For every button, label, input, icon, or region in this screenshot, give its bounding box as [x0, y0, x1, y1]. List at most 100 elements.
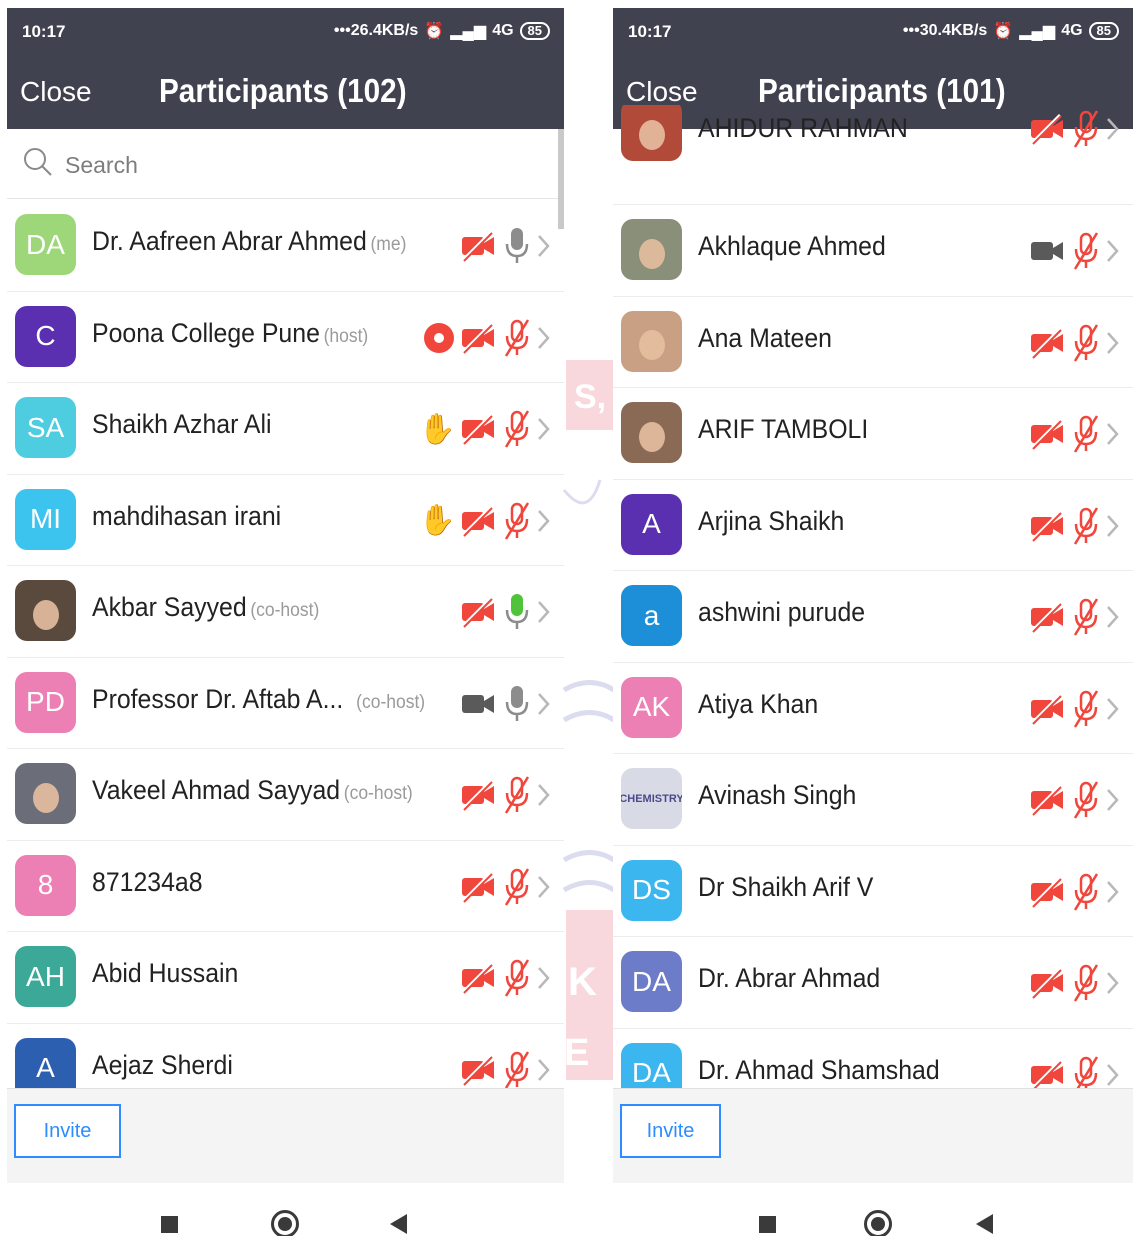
close-button[interactable]: Close — [626, 76, 698, 108]
chevron-right-icon[interactable] — [536, 325, 552, 351]
participant-row[interactable]: ARIF TAMBOLI — [613, 388, 1133, 480]
chevron-right-icon[interactable] — [1105, 238, 1121, 264]
raised-hand-icon: ✋ — [418, 504, 456, 537]
participant-row[interactable]: CHEMISTRY Avinash Singh — [613, 754, 1133, 846]
participant-row[interactable]: DA Dr. Aafreen Abrar Ahmed (me) — [7, 200, 564, 292]
participant-name-text: Aejaz Sherdi — [92, 1049, 233, 1080]
participant-row[interactable]: MI mahdihasan irani ✋ — [7, 475, 564, 566]
participant-row[interactable]: PD Professor Dr. Aftab A... (co-host) — [7, 658, 564, 749]
participant-role: (co-host) — [343, 783, 413, 804]
invite-button[interactable]: Invite — [14, 1104, 121, 1158]
chevron-right-icon[interactable] — [1105, 116, 1121, 142]
video-off-icon — [461, 230, 494, 262]
invite-button[interactable]: Invite — [620, 1104, 721, 1158]
participant-name-text: Professor Dr. Aftab A... — [92, 683, 344, 714]
search-input[interactable]: Search — [65, 152, 138, 179]
chevron-right-icon[interactable] — [1105, 513, 1121, 539]
recent-apps-icon[interactable] — [161, 1216, 178, 1233]
participant-row[interactable]: Akbar Sayyed (co-host) — [7, 566, 564, 658]
status-bar: 10:17 •••26.4KB/s ⏰ ▂▄▆ 4G 85 — [7, 8, 564, 56]
chevron-right-icon[interactable] — [536, 782, 552, 808]
chevron-right-icon[interactable] — [1105, 1062, 1121, 1088]
participant-status-icons — [1029, 872, 1121, 912]
participant-status-icons: ✋ — [419, 409, 552, 449]
status-time: 10:17 — [22, 22, 66, 41]
participant-row[interactable]: DA Dr. Ahmad Shamshad — [613, 1029, 1133, 1088]
recording-icon — [424, 322, 454, 353]
chevron-right-icon[interactable] — [536, 1057, 552, 1083]
chevron-right-icon[interactable] — [1105, 879, 1121, 905]
video-off-icon — [461, 322, 494, 354]
participant-row[interactable]: A Arjina Shaikh — [613, 480, 1133, 571]
chevron-right-icon[interactable] — [536, 874, 552, 900]
back-icon[interactable] — [976, 1214, 993, 1234]
participant-row[interactable]: Vakeel Ahmad Sayyad (co-host) — [7, 749, 564, 841]
chevron-right-icon[interactable] — [536, 233, 552, 259]
chevron-right-icon[interactable] — [536, 508, 552, 534]
participant-name: ARIF TAMBOLI — [698, 414, 868, 445]
participant-row[interactable]: DS Dr Shaikh Arif V — [613, 846, 1133, 937]
back-icon[interactable] — [390, 1214, 407, 1234]
video-off-icon — [1030, 967, 1063, 999]
network-type: 4G — [1061, 22, 1083, 39]
chevron-right-icon[interactable] — [1105, 787, 1121, 813]
participant-status-icons — [1029, 323, 1121, 363]
bottom-bar: Invite — [613, 1088, 1133, 1183]
mic-muted-icon — [1073, 964, 1099, 1002]
chevron-right-icon[interactable] — [536, 416, 552, 442]
participant-row[interactable]: Ana Mateen — [613, 297, 1133, 388]
participant-row[interactable]: Akhlaque Ahmed — [613, 205, 1133, 297]
android-nav-bar — [7, 1183, 564, 1236]
participant-role: (me) — [370, 234, 407, 255]
participant-row[interactable]: SA Shaikh Azhar Ali ✋ — [7, 383, 564, 475]
mic-muted-icon — [504, 959, 530, 997]
home-icon[interactable] — [271, 1210, 299, 1236]
avatar-photo: CHEMISTRY — [621, 768, 682, 829]
participant-name-text: Dr. Ahmad Shamshad — [698, 1054, 940, 1085]
recent-apps-icon[interactable] — [759, 1216, 776, 1233]
video-off-icon — [1030, 601, 1063, 633]
participant-status-icons — [1029, 506, 1121, 546]
participant-name-text: Avinash Singh — [698, 780, 857, 810]
chevron-right-icon[interactable] — [536, 691, 552, 717]
battery-icon: 85 — [519, 22, 550, 40]
mic-muted-icon — [1073, 110, 1099, 148]
avatar: A — [15, 1037, 76, 1088]
search-bar[interactable]: Search — [7, 129, 564, 199]
participant-row[interactable]: AK Atiya Khan — [613, 663, 1133, 754]
participant-name-text: Abid Hussain — [92, 958, 239, 988]
chevron-right-icon[interactable] — [1105, 330, 1121, 356]
chevron-right-icon[interactable] — [536, 599, 552, 625]
video-off-icon — [461, 413, 494, 445]
participant-name: Arjina Shaikh — [698, 506, 844, 537]
mic-muted-icon — [1073, 598, 1099, 636]
chevron-right-icon[interactable] — [536, 965, 552, 991]
network-speed: •••26.4KB/s — [333, 22, 419, 39]
chevron-right-icon[interactable] — [1105, 970, 1121, 996]
participant-row[interactable]: C Poona College Pune (host) — [7, 292, 564, 383]
home-icon[interactable] — [864, 1210, 892, 1236]
video-off-icon — [1030, 1059, 1063, 1088]
participant-name: Professor Dr. Aftab A... (co-host) — [92, 684, 425, 715]
participant-list: DA Dr. Aafreen Abrar Ahmed (me) C Poona Coll… — [7, 200, 564, 1088]
participant-name-text: Shaikh Azhar Ali — [92, 409, 272, 439]
search-icon — [24, 148, 52, 176]
chevron-right-icon[interactable] — [1105, 421, 1121, 447]
participant-name: Poona College Pune (host) — [92, 318, 368, 349]
participant-row[interactable]: AHIDUR RAHMAN — [613, 105, 1133, 205]
participant-name: Atiya Khan — [698, 689, 818, 720]
avatar: a — [621, 585, 682, 646]
chevron-right-icon[interactable] — [1105, 696, 1121, 722]
participant-row[interactable]: DA Dr. Abrar Ahmad — [613, 937, 1133, 1029]
chevron-right-icon[interactable] — [1105, 604, 1121, 630]
participant-row[interactable]: AH Abid Hussain — [7, 932, 564, 1024]
participant-row[interactable]: 8 871234a8 — [7, 841, 564, 932]
avatar: 8 — [15, 854, 76, 916]
participant-name: Dr. Aafreen Abrar Ahmed (me) — [92, 226, 406, 257]
participant-row[interactable]: A Aejaz Sherdi — [7, 1024, 564, 1088]
video-off-icon — [461, 779, 494, 811]
video-on-icon — [462, 694, 494, 713]
participant-row[interactable]: a ashwini purude — [613, 571, 1133, 663]
close-button[interactable]: Close — [20, 76, 92, 108]
android-nav-bar — [613, 1183, 1133, 1236]
